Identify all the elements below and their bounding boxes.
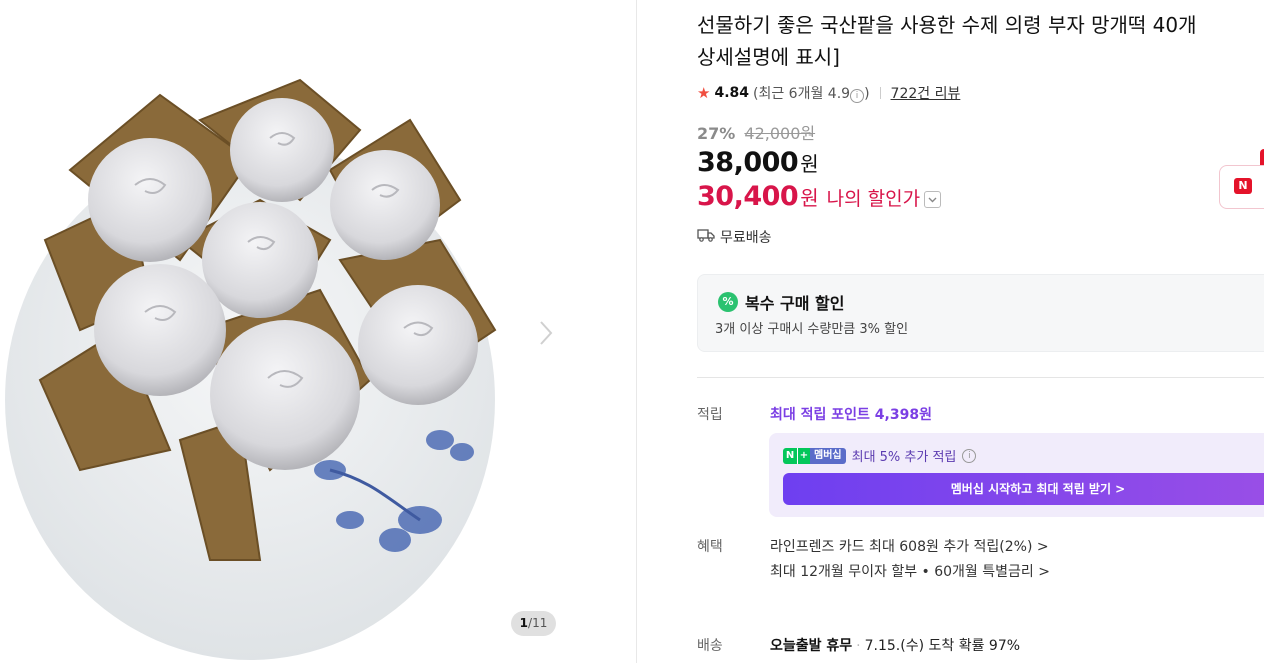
product-title-line2: 상세설명에 표시]: [697, 45, 840, 69]
membership-badge: 멤버십: [810, 447, 846, 464]
image-page-current: 1: [519, 616, 529, 630]
membership-box: N + 멤버십 최대 5% 추가 적립 i 멤버십 시작하고 최대 적립 받기 >: [769, 433, 1264, 517]
discount-rate: 27%: [697, 124, 736, 143]
sale-price: 38,000: [697, 147, 799, 178]
max-points-link[interactable]: 최대 적립 포인트 4,398원: [770, 404, 932, 424]
naver-membership-badge: N + 멤버십: [783, 447, 846, 464]
divider: [697, 377, 1264, 378]
next-image-arrow-icon[interactable]: [535, 318, 557, 348]
delivery-info: 오늘출발 휴무 · 7.15.(수) 도착 확률 97%: [770, 635, 1020, 655]
my-price-row: 30,400 원 나의 할인가: [697, 181, 942, 212]
my-price-label: 나의 할인가: [826, 188, 921, 210]
membership-extra-text: 최대 5% 추가 적립: [851, 450, 957, 465]
rating-recent-close: ): [864, 86, 870, 102]
truck-icon: [697, 228, 715, 246]
naver-n-icon: N: [1234, 178, 1252, 194]
naver-pay-button[interactable]: N: [1219, 165, 1264, 209]
my-price: 30,400: [697, 181, 799, 212]
product-title-line1: 선물하기 좋은 국산팥을 사용한 수제 의령 부자 망개떡 40개: [697, 13, 1197, 37]
plus-badge: +: [797, 447, 810, 464]
multi-purchase-discount-box: % 복수 구매 할인 3개 이상 구매시 수량만큼 3% 할인: [697, 274, 1264, 352]
rating-recent: (최근 6개월 4.9 i): [753, 83, 870, 103]
image-page-total: 11: [532, 616, 548, 630]
membership-extra-line: N + 멤버십 최대 5% 추가 적립 i: [783, 446, 977, 465]
start-membership-button[interactable]: 멤버십 시작하고 최대 적립 받기 >: [783, 473, 1264, 505]
rating-score: 4.84: [714, 85, 749, 101]
rating-recent-text: (최근 6개월 4.9: [753, 86, 851, 102]
chevron-down-icon[interactable]: [924, 191, 942, 208]
multi-discount-desc: 3개 이상 구매시 수량만큼 3% 할인: [715, 322, 909, 337]
discount-row: 27% 42,000원: [697, 120, 815, 144]
installment-benefit-link[interactable]: 최대 12개월 무이자 할부 • 60개월 특별금리 >: [770, 561, 1050, 581]
divider: [879, 87, 881, 99]
percent-icon: %: [718, 292, 738, 312]
delivery-arrival: 7.15.(수) 도착 확률 97%: [864, 638, 1021, 654]
delivery-label: 배송: [697, 638, 723, 654]
delivery-status: 오늘출발 휴무: [770, 638, 853, 654]
multi-discount-title-row: % 복수 구매 할인: [718, 290, 844, 314]
rating-row: ★ 4.84 (최근 6개월 4.9 i) 722건 리뷰: [697, 83, 960, 103]
info-icon[interactable]: i: [850, 89, 865, 103]
delivery-dot: ·: [856, 638, 861, 654]
original-price: 42,000원: [744, 124, 816, 143]
product-gallery: 1/11: [0, 0, 637, 663]
shipping-label: 무료배송: [720, 230, 772, 246]
shipping-row: 무료배송: [697, 227, 772, 247]
info-icon[interactable]: i: [962, 448, 977, 463]
sale-price-row: 38,000 원: [697, 147, 819, 178]
naver-n-badge: N: [783, 447, 797, 464]
points-label: 적립: [697, 407, 723, 423]
sale-price-unit: 원: [800, 152, 819, 176]
benefits-label: 혜택: [697, 539, 723, 555]
my-price-unit: 원: [800, 186, 819, 210]
multi-discount-title: 복수 구매 할인: [745, 294, 845, 313]
product-title: 선물하기 좋은 국산팥을 사용한 수제 의령 부자 망개떡 40개 상세설명에 …: [697, 9, 1264, 73]
card-benefit-link[interactable]: 라인프렌즈 카드 최대 608원 추가 적립(2%) >: [770, 536, 1049, 556]
review-count-link[interactable]: 722건 리뷰: [891, 83, 961, 103]
image-page-indicator: 1/11: [511, 611, 556, 636]
star-icon: ★: [697, 84, 711, 102]
